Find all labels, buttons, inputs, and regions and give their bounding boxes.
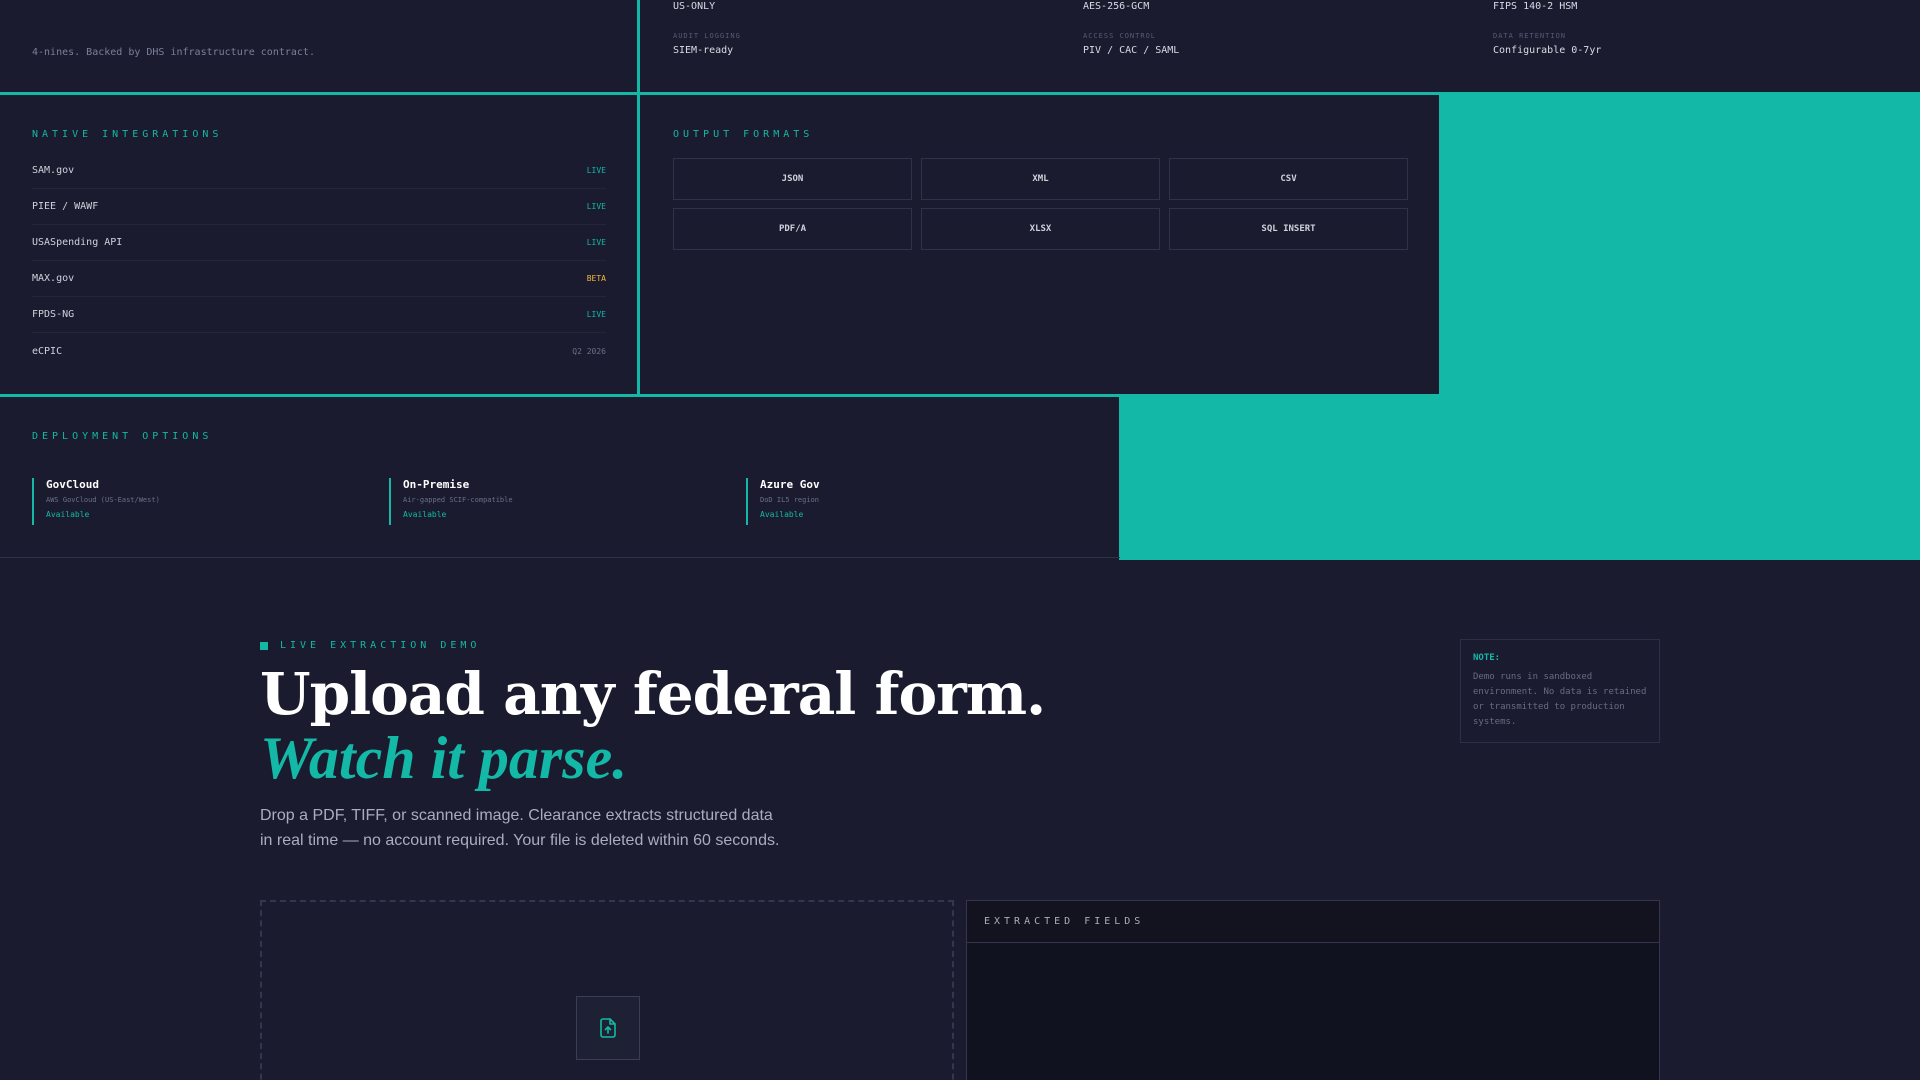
security-value: PIV / CAC / SAML [1083, 45, 1180, 56]
uptime-description: 4-nines. Backed by DHS infrastructure co… [32, 47, 315, 58]
security-value: FIPS 140-2 HSM [1493, 1, 1578, 12]
demo-kicker: LIVE EXTRACTION DEMO [260, 640, 480, 651]
status-badge: LIVE [586, 238, 606, 247]
security-label: ACCESS CONTROL [1083, 32, 1157, 40]
status-badge: BETA [586, 274, 606, 283]
deployment-option: On-Premise Air-gapped SCIF-compatible Av… [389, 478, 513, 525]
demo-headline: Upload any federal form. [260, 660, 1046, 728]
format-xml-button[interactable]: XML [921, 158, 1160, 200]
demo-description: Drop a PDF, TIFF, or scanned image. Clea… [260, 807, 780, 849]
status-badge: LIVE [586, 202, 606, 211]
integration-row: PIEE / WAWF LIVE [32, 189, 606, 225]
integration-row: MAX.gov BETA [32, 261, 606, 297]
formats-title: OUTPUT FORMATS [673, 129, 814, 140]
integration-name: USASpending API [32, 237, 123, 248]
note-body: Demo runs in sandboxed environment. No d… [1473, 672, 1647, 727]
integration-name: FPDS-NG [32, 309, 75, 320]
integrations-list: SAM.gov LIVE PIEE / WAWF LIVE USASpendin… [32, 153, 606, 369]
deployment-status: Available [760, 510, 804, 519]
integration-row: FPDS-NG LIVE [32, 297, 606, 333]
deployment-status: Available [46, 510, 90, 519]
deployment-status: Available [403, 510, 447, 519]
deployment-description: AWS GovCloud (US-East/West) [46, 496, 160, 504]
extracted-fields-panel: EXTRACTED FIELDS [966, 900, 1660, 1080]
formats-grid: JSON XML CSV PDF/A XLSX SQL INSERT [673, 158, 1408, 250]
security-value: SIEM-ready [673, 45, 734, 56]
section-divider [0, 557, 1120, 558]
file-upload-icon[interactable] [576, 996, 640, 1060]
deployment-panel [0, 397, 1119, 557]
status-badge: LIVE [586, 310, 606, 319]
security-item: US-ONLY [673, 1, 715, 12]
security-value: AES-256-GCM [1083, 1, 1150, 12]
deployment-option: Azure Gov DoD IL5 region Available [746, 478, 820, 525]
security-label: AUDIT LOGGING [673, 32, 741, 40]
security-item: FIPS 140-2 HSM [1493, 1, 1577, 12]
security-item: DATA RETENTION Configurable 0-7yr [1493, 32, 1601, 56]
format-json-button[interactable]: JSON [673, 158, 912, 200]
integration-name: MAX.gov [32, 273, 75, 284]
security-item: AES-256-GCM [1083, 1, 1149, 12]
deployment-name: Azure Gov [760, 478, 820, 491]
deployment-name: GovCloud [46, 478, 99, 491]
file-drop-zone[interactable] [260, 900, 954, 1080]
security-panel: US-ONLY AES-256-GCM FIPS 140-2 HSM AUDIT… [640, 0, 1920, 92]
integration-row: eCPIC Q2 2026 [32, 333, 606, 369]
format-sql-insert-button[interactable]: SQL INSERT [1169, 208, 1408, 250]
demo-kicker-label: LIVE EXTRACTION DEMO [280, 640, 481, 651]
status-badge: LIVE [586, 166, 606, 175]
extracted-fields-title: EXTRACTED FIELDS [967, 901, 1659, 943]
status-badge: Q2 2026 [572, 346, 606, 356]
deployment-description: DoD IL5 region [760, 496, 820, 504]
deployment-description: Air-gapped SCIF-compatible [403, 496, 513, 504]
integration-row: USASpending API LIVE [32, 225, 606, 261]
square-bullet-icon [260, 641, 268, 650]
deployment-option: GovCloud AWS GovCloud (US-East/West) Ava… [32, 478, 160, 525]
note-title: NOTE: [1473, 653, 1501, 663]
security-item: ACCESS CONTROL PIV / CAC / SAML [1083, 32, 1179, 56]
integration-name: PIEE / WAWF [32, 201, 99, 212]
deployment-name: On-Premise [403, 478, 470, 491]
security-value: US-ONLY [673, 1, 716, 12]
uptime-panel: 4-nines. Backed by DHS infrastructure co… [0, 0, 637, 92]
integration-name: eCPIC [32, 345, 63, 357]
deployment-title: DEPLOYMENT OPTIONS [32, 431, 213, 442]
format-xlsx-button[interactable]: XLSX [921, 208, 1160, 250]
sandbox-note: NOTE: Demo runs in sandboxed environment… [1460, 639, 1660, 743]
format-csv-button[interactable]: CSV [1169, 158, 1408, 200]
format-pdfa-button[interactable]: PDF/A [673, 208, 912, 250]
demo-headline-accent: Watch it parse. [260, 725, 628, 791]
integration-name: SAM.gov [32, 165, 75, 176]
integrations-title: NATIVE INTEGRATIONS [32, 129, 223, 140]
security-value: Configurable 0-7yr [1493, 45, 1602, 56]
security-item: AUDIT LOGGING SIEM-ready [673, 32, 741, 56]
security-label: DATA RETENTION [1493, 32, 1567, 40]
integration-row: SAM.gov LIVE [32, 153, 606, 189]
